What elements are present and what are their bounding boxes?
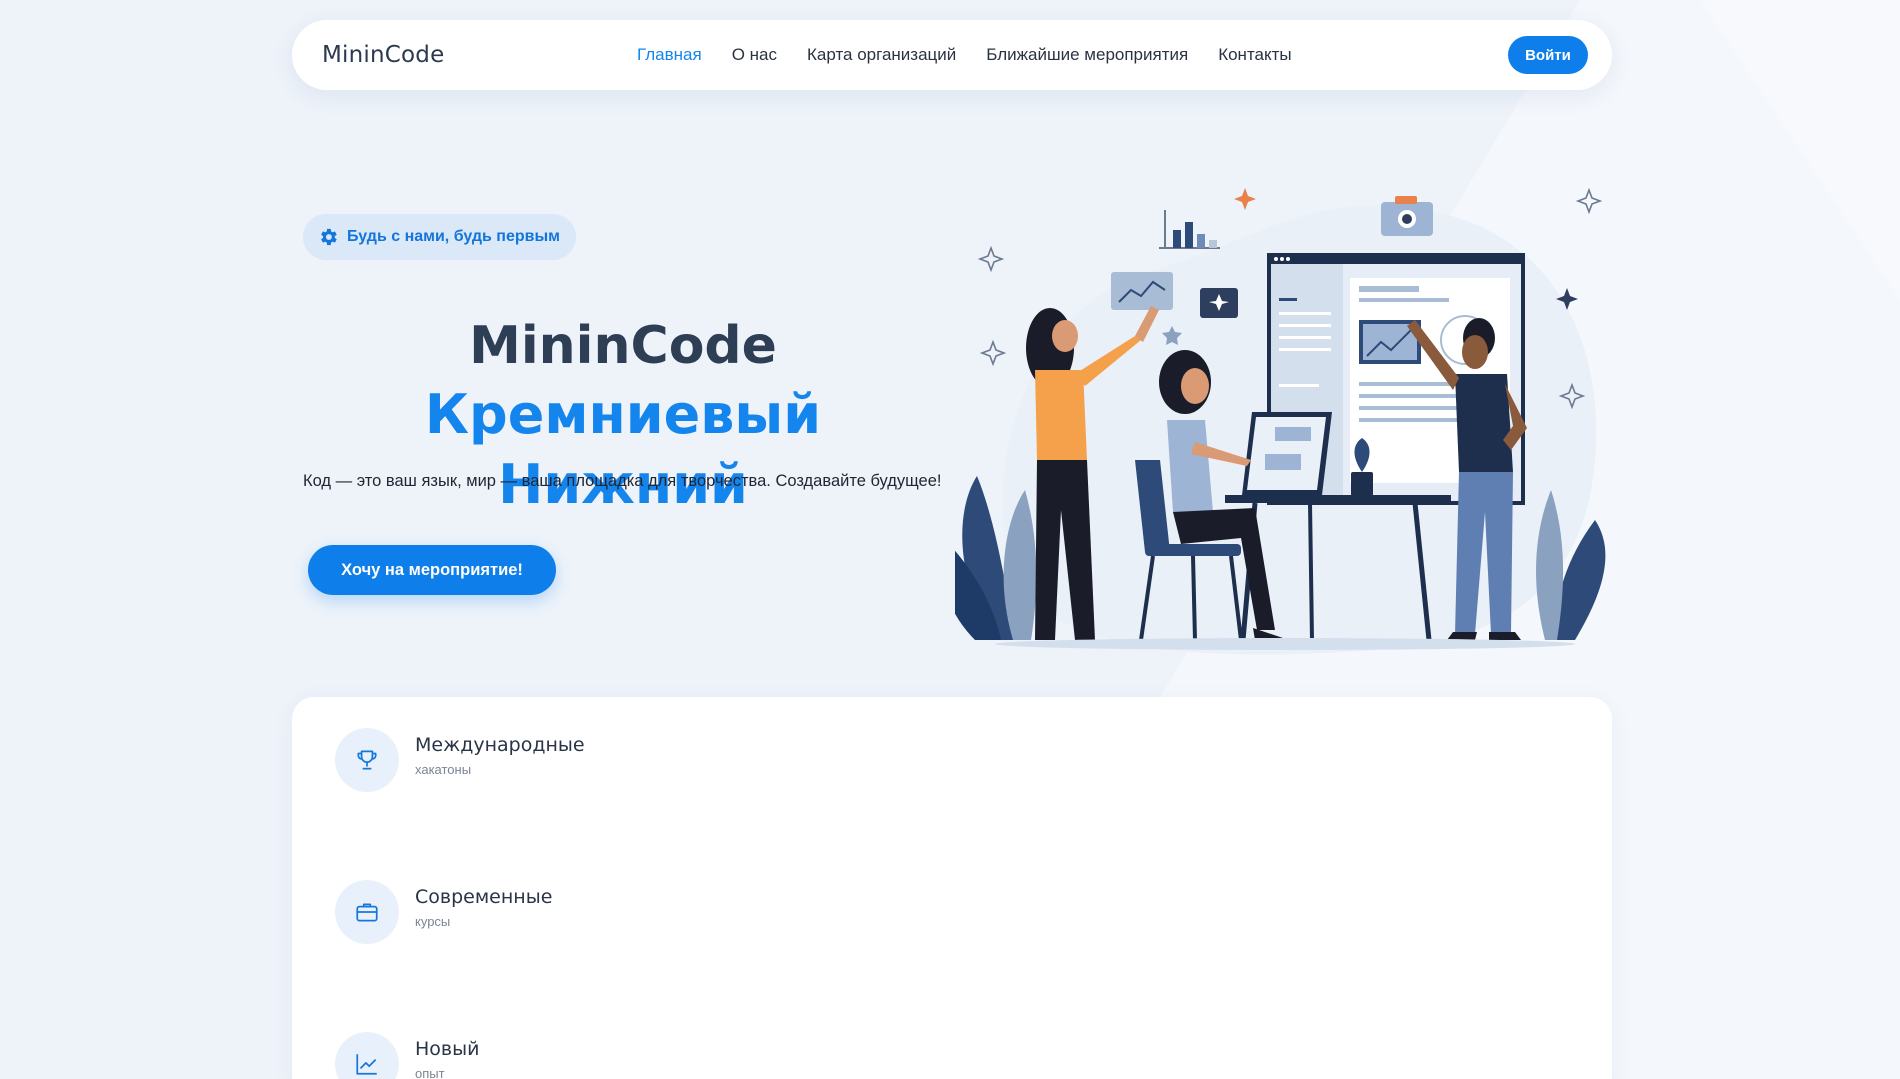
feature-subtitle: опыт [415, 1066, 445, 1079]
hero-subtitle: Код — это ваш язык, мир — ваша площадка … [303, 472, 942, 490]
hero-title-line1: MininCode [469, 316, 777, 376]
feature-title: Современные [415, 886, 553, 908]
briefcase-icon [335, 880, 399, 944]
hero-badge-text: Будь с нами, будь первым [347, 228, 560, 245]
top-navbar: MininCode Главная О нас Карта организаци… [292, 20, 1612, 90]
features-card: Международные хакатоны Современные курсы… [292, 697, 1612, 1079]
camera-icon [1381, 196, 1433, 236]
nav-link-about[interactable]: О нас [732, 45, 777, 65]
nav-link-contacts[interactable]: Контакты [1218, 45, 1291, 65]
events-cta-button[interactable]: Хочу на мероприятие! [308, 545, 556, 595]
feature-subtitle: хакатоны [415, 762, 472, 777]
nav-link-home[interactable]: Главная [637, 45, 702, 65]
feature-title: Новый [415, 1038, 480, 1060]
hero-title-line2: Кремниевый Нижний [424, 383, 822, 516]
login-button[interactable]: Войти [1508, 36, 1588, 74]
nav-link-org-map[interactable]: Карта организаций [807, 45, 956, 65]
plant-left [955, 476, 1037, 640]
trophy-icon [335, 728, 399, 792]
feature-subtitle: курсы [415, 914, 451, 929]
hero-badge: Будь с нами, будь первым [303, 214, 576, 260]
team-working-illustration [955, 187, 1606, 655]
feature-item-hackathons: Международные хакатоны [335, 728, 585, 792]
feature-item-experience: Новый опыт [335, 1032, 479, 1079]
chart-line-icon [335, 1032, 399, 1079]
nav-link-events[interactable]: Ближайшие мероприятия [986, 45, 1188, 65]
gear-icon [317, 226, 339, 248]
feature-title: Международные [415, 734, 585, 756]
bar-chart-icon [1159, 210, 1220, 249]
feature-item-courses: Современные курсы [335, 880, 552, 944]
brand-logo-text[interactable]: MininCode [322, 42, 444, 68]
nav-menu: Главная О нас Карта организаций Ближайши… [637, 20, 1322, 90]
